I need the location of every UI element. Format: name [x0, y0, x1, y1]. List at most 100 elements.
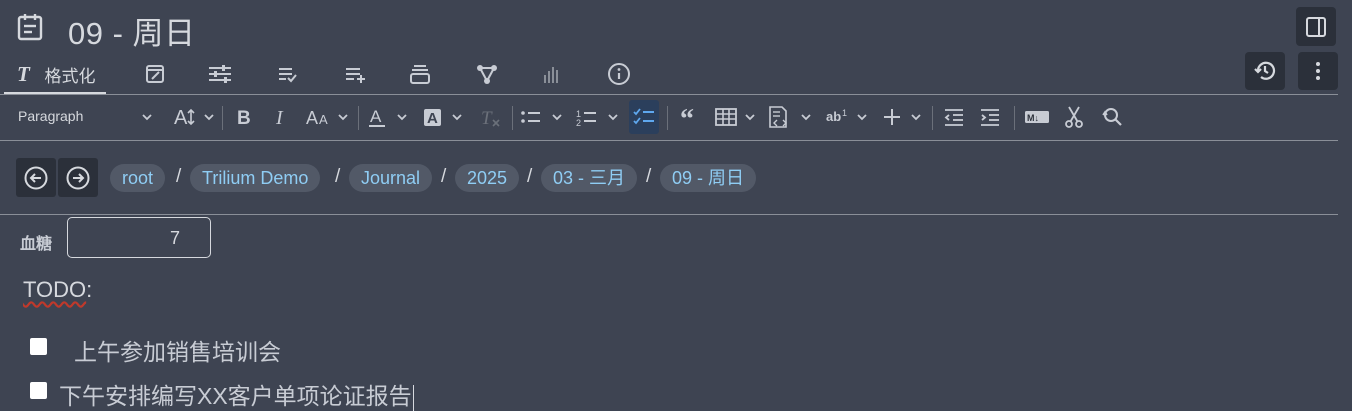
markdown-icon: M↓	[1024, 108, 1050, 126]
tab-properties[interactable]	[205, 56, 235, 92]
insert-dropdown[interactable]	[880, 98, 926, 136]
quote-icon: “	[678, 106, 700, 128]
forward-button[interactable]	[58, 158, 98, 197]
tab-checklist[interactable]	[272, 56, 302, 92]
code-block-dropdown[interactable]	[766, 98, 816, 136]
plus-icon	[880, 106, 926, 128]
svg-text:M↓: M↓	[1027, 113, 1039, 123]
todo-item-text[interactable]: 上午参加销售培训会	[74, 333, 281, 367]
svg-text:A: A	[174, 107, 188, 128]
text-case-icon: AA	[305, 106, 353, 128]
breadcrumb-divider	[0, 214, 1338, 215]
toolbar-separator	[932, 106, 933, 130]
toolbar-separator	[222, 106, 223, 130]
toggle-right-pane-button[interactable]	[1296, 7, 1336, 46]
toolbar-separator	[1014, 106, 1015, 130]
more-vertical-icon	[1314, 60, 1322, 82]
font-size-icon: A	[172, 106, 216, 128]
breadcrumb-separator: /	[441, 166, 447, 187]
toolbar-separator	[512, 106, 513, 130]
svg-text:A: A	[427, 110, 438, 127]
arrow-left-circle-icon	[23, 165, 49, 191]
remove-format-button[interactable]: T	[476, 98, 504, 136]
toolbar-separator	[358, 106, 359, 130]
tab-note-info[interactable]	[604, 56, 634, 92]
arrow-right-circle-icon	[65, 165, 91, 191]
toolbar-divider	[0, 140, 1338, 141]
svg-text:2: 2	[576, 118, 581, 128]
ribbon-tabs: T 格式化	[0, 56, 1352, 96]
cut-to-note-button[interactable]	[1060, 98, 1088, 136]
info-icon	[607, 62, 631, 86]
todo-checkbox[interactable]	[30, 338, 47, 355]
note-title[interactable]: 09 - 周日	[68, 8, 196, 53]
tab-formatting[interactable]: T 格式化	[4, 56, 106, 95]
svg-text:A: A	[370, 107, 382, 126]
bold-button[interactable]: B	[230, 98, 258, 136]
svg-text:A: A	[319, 112, 328, 127]
svg-text:I: I	[275, 107, 284, 128]
todo-item-text-wrap: 下午安排编写XX客户单项论证报告	[59, 377, 414, 411]
content-heading[interactable]: TODO:	[23, 277, 92, 303]
attribute-label: 血糖	[20, 236, 53, 253]
svg-text:1: 1	[842, 108, 847, 118]
breadcrumb-item[interactable]: root	[110, 164, 166, 192]
breadcrumb-separator: /	[646, 166, 652, 187]
svg-text:“: “	[680, 106, 694, 128]
title-bar: 09 - 周日	[0, 0, 1352, 56]
breadcrumb-separator: /	[527, 166, 533, 187]
indent-button[interactable]	[976, 98, 1004, 136]
block-quote-button[interactable]: “	[674, 98, 704, 136]
outdent-button[interactable]	[940, 98, 968, 136]
font-color-dropdown[interactable]: A	[366, 98, 412, 136]
attribute-value-input[interactable]: 7	[67, 217, 211, 258]
bold-icon: B	[234, 106, 254, 128]
text-cursor	[412, 384, 414, 411]
italic-icon: I	[272, 106, 292, 128]
todo-checkbox[interactable]	[30, 382, 47, 399]
font-color-icon: A	[366, 106, 412, 128]
font-size-dropdown[interactable]: A	[170, 98, 218, 136]
todo-item: 上午参加销售培训会	[30, 333, 330, 365]
todo-list-button[interactable]	[629, 100, 659, 134]
tab-stack[interactable]	[405, 56, 435, 92]
heading-text: TODO	[23, 277, 87, 302]
tab-similar-notes[interactable]	[537, 56, 567, 92]
highlight-color-icon: A	[421, 106, 467, 128]
markdown-import-button[interactable]: M↓	[1022, 98, 1052, 136]
table-icon	[714, 106, 760, 128]
breadcrumb-separator: /	[176, 166, 182, 187]
indent-icon	[979, 106, 1001, 128]
tab-formatting-label: 格式化	[44, 66, 96, 86]
scissors-icon	[1063, 105, 1085, 129]
find-replace-icon	[1100, 105, 1124, 129]
text-styles-dropdown[interactable]: AA	[304, 98, 354, 136]
tab-note-map[interactable]	[472, 56, 502, 92]
editor-toolbar: Paragraph A B I AA A A T 1 2 “ ab 1 M↓	[0, 98, 1352, 138]
note-revisions-button[interactable]	[1245, 52, 1285, 90]
svg-text:T: T	[17, 63, 31, 85]
breadcrumb-item[interactable]: Journal	[349, 164, 433, 192]
insert-table-dropdown[interactable]	[714, 98, 760, 136]
todo-item: 下午安排编写XX客户单项论证报告	[30, 377, 450, 411]
background-color-dropdown[interactable]: A	[420, 98, 468, 136]
tab-edit[interactable]	[140, 56, 170, 92]
sidebar-panel-icon	[1305, 16, 1327, 38]
breadcrumb-item[interactable]: 03 - 三月	[541, 164, 638, 192]
special-characters-dropdown[interactable]: ab 1	[824, 98, 872, 136]
italic-button[interactable]: I	[268, 98, 296, 136]
breadcrumb-item[interactable]: Trilium Demo	[190, 164, 321, 192]
numbered-list-dropdown[interactable]: 12	[574, 98, 624, 136]
tab-add-list[interactable]	[340, 56, 370, 92]
find-replace-button[interactable]	[1098, 98, 1126, 136]
todo-item-text[interactable]: 下午安排编写XX客户单项论证报告	[59, 383, 412, 409]
toolbar-separator	[667, 106, 668, 130]
svg-text:B: B	[237, 108, 251, 128]
bulleted-list-dropdown[interactable]	[518, 98, 568, 136]
breadcrumb-item[interactable]: 2025	[455, 164, 520, 192]
note-actions-button[interactable]	[1298, 52, 1338, 90]
code-block-icon	[766, 105, 816, 129]
remove-format-icon: T	[478, 106, 502, 128]
breadcrumb-item[interactable]: 09 - 周日	[660, 164, 757, 192]
back-button[interactable]	[16, 158, 56, 197]
